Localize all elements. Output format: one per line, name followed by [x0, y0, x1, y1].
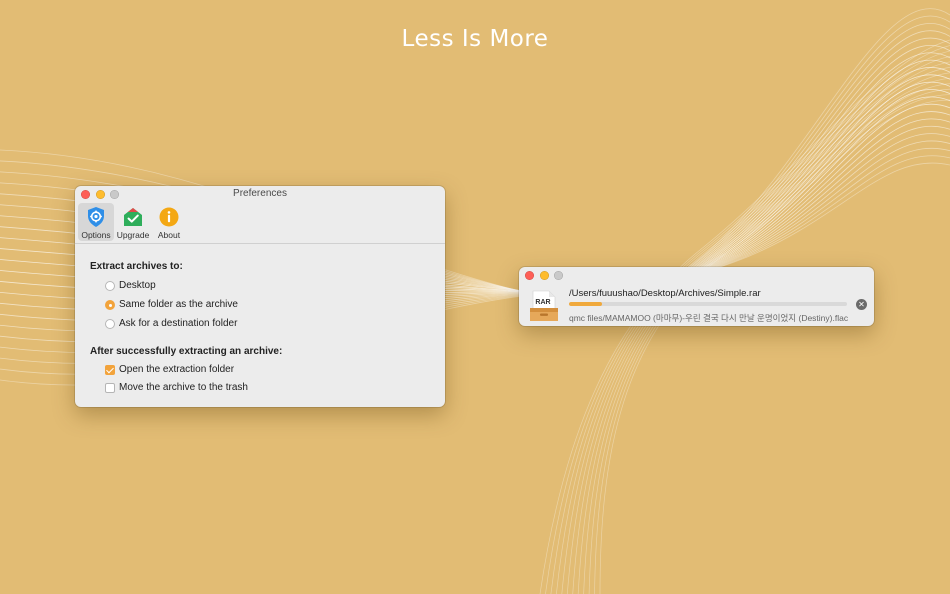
tab-options[interactable]: Options — [78, 203, 114, 241]
radio-desktop-label: Desktop — [119, 280, 156, 291]
title-bar[interactable]: Preferences — [75, 186, 445, 202]
radio-ask-destination-label: Ask for a destination folder — [119, 318, 238, 329]
tab-about[interactable]: About — [151, 203, 187, 241]
wave-line — [572, 72, 950, 594]
wave-line — [599, 99, 950, 594]
checkbox-open-folder-label: Open the extraction folder — [119, 364, 235, 375]
wave-line — [561, 61, 950, 594]
archive-icon: RAR — [530, 290, 558, 321]
radio-button-selected[interactable] — [105, 300, 115, 310]
current-file-name: qmc files/MAMAMOO (마마무)-우린 결국 다시 만날 운명이었… — [569, 313, 849, 323]
after-extract-heading: After successfully extracting an archive… — [90, 346, 283, 357]
radio-button[interactable] — [105, 319, 115, 329]
checkbox-move-to-trash-label: Move the archive to the trash — [119, 382, 248, 393]
wave-line — [588, 88, 950, 594]
tab-options-label: Options — [81, 230, 111, 240]
wave-line — [566, 66, 950, 594]
progress-fill — [569, 302, 603, 306]
checkbox-unchecked[interactable] — [105, 383, 115, 393]
gear-shield-icon — [88, 207, 104, 227]
progress-title-bar[interactable] — [519, 267, 874, 283]
tab-upgrade-label: Upgrade — [116, 230, 150, 240]
tab-upgrade[interactable]: Upgrade — [115, 203, 151, 241]
preferences-toolbar: Options Upgrade About — [75, 202, 445, 244]
headline: Less Is More — [401, 26, 549, 52]
extraction-progress-bar — [569, 302, 847, 306]
stop-icon[interactable]: ✕ — [856, 299, 867, 310]
archive-path: /Users/fuuushao/Desktop/Archives/Simple.… — [569, 288, 761, 299]
info-icon — [159, 207, 179, 227]
archive-badge-text: RAR — [535, 299, 550, 306]
window-title: Preferences — [233, 188, 287, 199]
extract-to-heading: Extract archives to: — [90, 261, 183, 272]
preferences-window: Preferences Options Upgrade About Extrac… — [75, 186, 445, 407]
radio-same-folder-label: Same folder as the archive — [119, 299, 238, 310]
minimize-window-button[interactable] — [540, 271, 549, 280]
extraction-progress-window: RAR /Users/fuuushao/Desktop/Archives/Sim… — [519, 267, 874, 326]
upgrade-check-icon — [124, 208, 142, 226]
checkbox-checked[interactable] — [105, 365, 115, 375]
close-window-button[interactable] — [525, 271, 534, 280]
wave-line — [583, 83, 950, 594]
tab-about-label: About — [157, 230, 181, 240]
zoom-window-button[interactable] — [554, 271, 563, 280]
radio-button[interactable] — [105, 281, 115, 291]
